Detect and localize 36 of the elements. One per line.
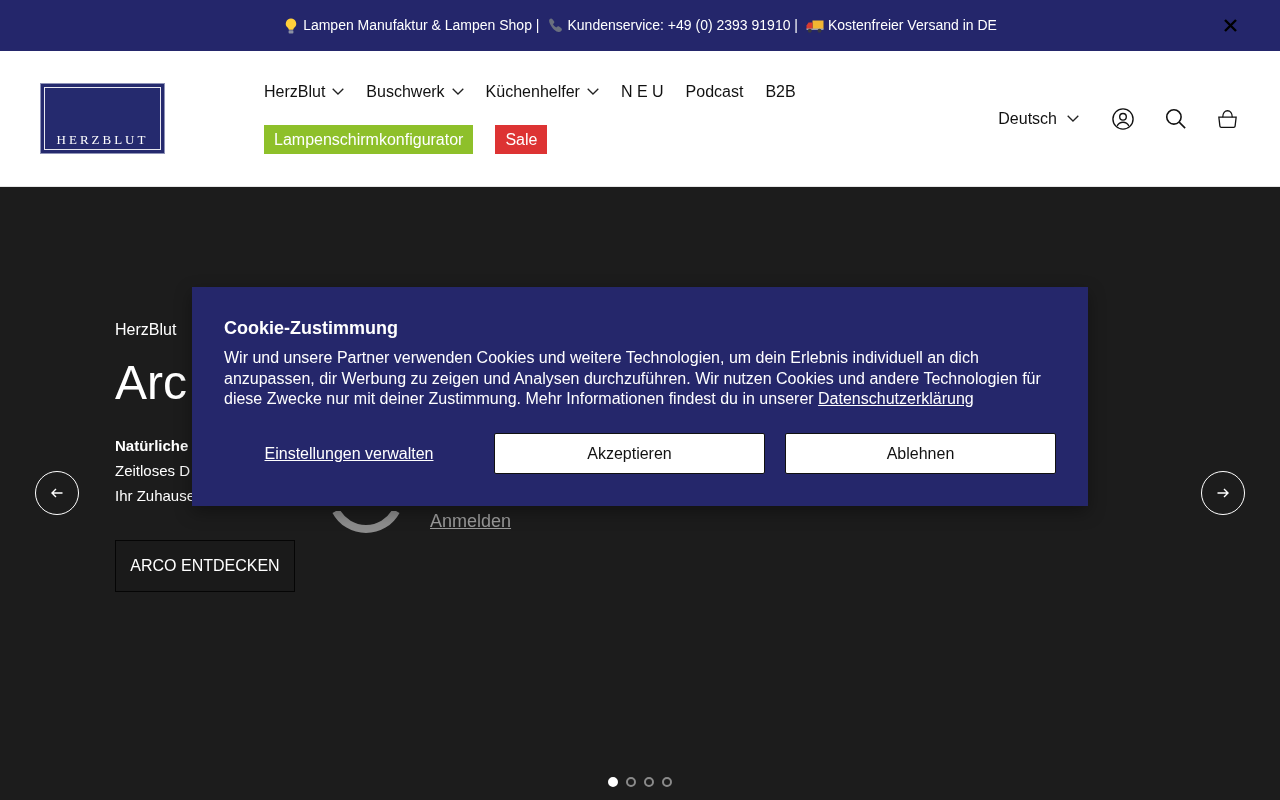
nav-menu-link[interactable]: Küchenhelfer	[485, 79, 599, 104]
hero-text: Zeitloses D	[115, 461, 191, 481]
slide-dot[interactable]	[626, 777, 636, 787]
cookie-text: Wir und unsere Partner verwenden Cookies und weitere Technologien, um dein Erlebnis individuell an dich anzupassen, dir Werbung zu zeigen und Analysen durchzuführen. Wir nutzen Cookies und andere Technologien für diese Zwecke nur mit deiner Zustimmung. Mehr Informationen findest du in unserer Datenschutzerklärung	[224, 348, 1042, 410]
slide-dot[interactable]	[662, 777, 672, 787]
nav-link[interactable]: B2B	[765, 79, 796, 104]
hero-title: Arc	[115, 356, 187, 409]
highlighted-nav-link[interactable]: Sale	[495, 124, 548, 154]
login-link[interactable]: Anmelden	[430, 510, 512, 532]
user-icon[interactable]	[1112, 107, 1134, 130]
privacy-link[interactable]: Datenschutzerklärung	[818, 390, 974, 408]
slide-dot[interactable]	[644, 777, 654, 787]
hero-text: Ihr Zuhause	[115, 486, 196, 506]
nav-link[interactable]: Podcast	[685, 79, 744, 104]
nav-menu-link[interactable]: HerzBlut	[264, 79, 345, 104]
logo-text: HERZBLUT	[56, 133, 149, 146]
dialog-button[interactable]: Ablehnen	[785, 433, 1056, 475]
announcement-text: Kostenfreier Versand in DE	[828, 16, 997, 35]
logo[interactable]: HERZBLUT	[40, 83, 165, 154]
arrow-left-icon	[51, 488, 63, 498]
phone-icon	[547, 17, 564, 34]
nav-link[interactable]: N E U	[620, 79, 664, 104]
hero-eyebrow: HerzBlut	[115, 320, 177, 340]
hero-lead: Natürliche	[115, 436, 189, 456]
announcement-text: Kundenservice: +49 (0) 2393 91910 |	[567, 16, 798, 35]
nav-menu-link[interactable]: Buschwerk	[366, 79, 464, 104]
settings-link[interactable]: Einstellungen verwalten	[264, 441, 434, 466]
dialog-title: Cookie-Zustimmung	[224, 317, 399, 340]
basket-icon[interactable]	[1217, 109, 1238, 128]
dialog-button[interactable]: Akzeptieren	[494, 433, 765, 475]
cta-button[interactable]: ARCO ENTDECKEN	[115, 540, 295, 592]
language-selector[interactable]: Deutsch	[998, 106, 1079, 131]
announcement-text: Lampen Manufaktur & Lampen Shop |	[303, 16, 540, 35]
chevron-down-icon	[1067, 115, 1079, 122]
arrow-right-icon	[1217, 488, 1229, 498]
search-icon[interactable]	[1165, 108, 1186, 129]
